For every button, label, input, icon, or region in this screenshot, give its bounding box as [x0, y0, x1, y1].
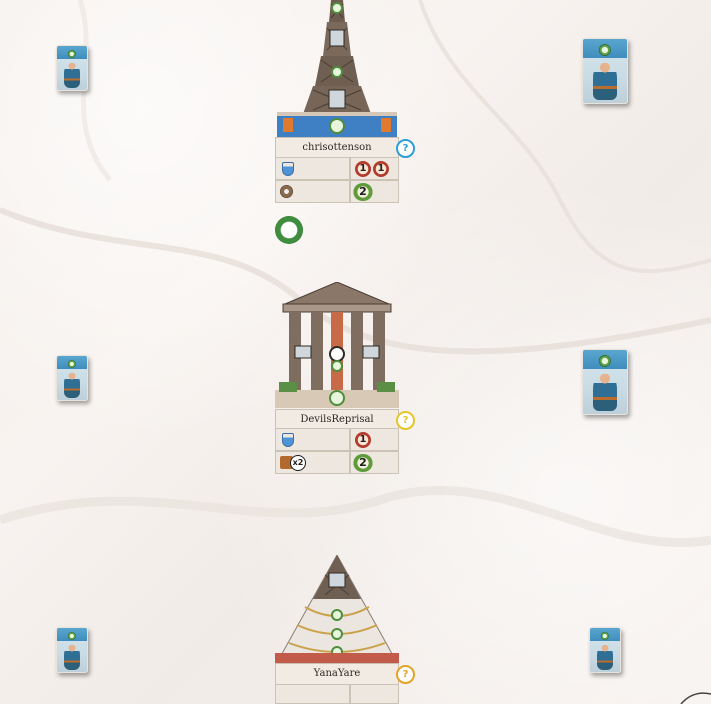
side-card-left-3[interactable] — [56, 627, 88, 673]
corner-scroll-indicator[interactable] — [671, 684, 711, 704]
flask-icon — [282, 433, 294, 447]
laurel-icon: 2 — [353, 454, 373, 472]
player-name: DevilsReprisal — [300, 414, 374, 425]
pyramid-wonder-icon[interactable] — [275, 555, 399, 665]
coin-icon: 1 — [373, 161, 389, 177]
coin-cell — [350, 684, 399, 704]
player-board-2: DevilsReprisal ? 1 x2 2 — [275, 282, 415, 482]
points-cell: 2 — [350, 180, 399, 203]
question-icon[interactable]: ? — [396, 665, 415, 684]
figure-icon — [592, 374, 618, 412]
player-board-1: chrisottenson ? 1 1 2 — [275, 0, 415, 245]
flask-icon — [282, 162, 294, 176]
multiplier-icon: x2 — [290, 455, 306, 471]
player-name: YanaYare — [313, 668, 361, 679]
coin-cell: 1 1 — [350, 157, 399, 180]
side-card-right-3[interactable] — [589, 627, 621, 673]
points-cell: 2 — [350, 451, 399, 474]
side-card-left-1[interactable] — [56, 45, 88, 91]
laurel-icon: 2 — [353, 183, 373, 201]
temple-wonder-icon[interactable] — [275, 282, 399, 410]
gear-icon — [280, 185, 293, 198]
side-card-left-2[interactable] — [56, 355, 88, 401]
figure-icon — [592, 63, 618, 101]
figure-icon — [63, 372, 81, 399]
side-card-right-1[interactable] — [582, 38, 628, 104]
coin-icon: 1 — [355, 432, 371, 448]
science-cell — [275, 428, 350, 451]
coin-icon: 1 — [355, 161, 371, 177]
progress-token-icon[interactable] — [275, 216, 303, 244]
multiplier-cell: x2 — [275, 451, 350, 474]
player-name-row: YanaYare — [275, 663, 399, 685]
science-cell — [275, 684, 350, 704]
question-icon[interactable]: ? — [396, 139, 415, 158]
player-name-row: chrisottenson — [275, 137, 399, 159]
figure-icon — [63, 62, 81, 89]
gear-cell — [275, 180, 350, 203]
player-name: chrisottenson — [302, 142, 372, 153]
figure-icon — [596, 644, 614, 671]
science-cell — [275, 157, 350, 180]
side-card-right-2[interactable] — [582, 349, 628, 415]
figure-icon — [63, 644, 81, 671]
player-board-3: YanaYare ? — [275, 555, 415, 704]
coin-cell: 1 — [350, 428, 399, 451]
tower-wonder-icon[interactable] — [275, 0, 399, 140]
